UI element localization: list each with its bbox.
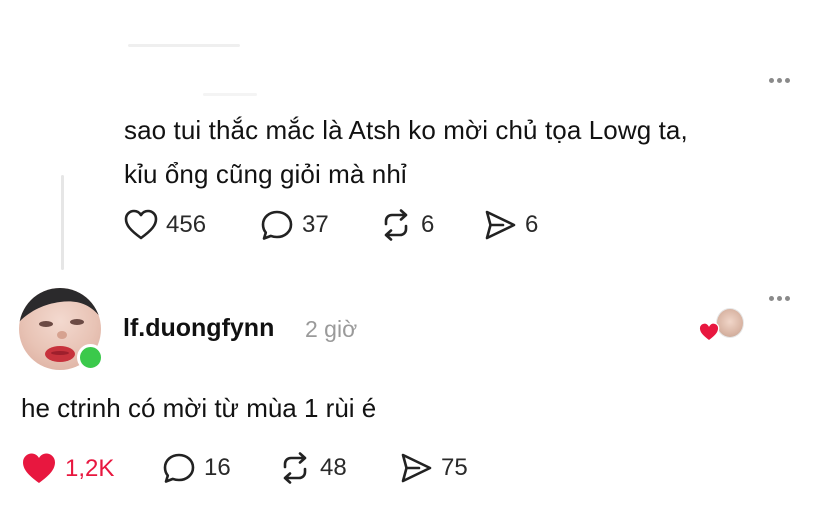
share-button[interactable]: 75 <box>399 452 468 484</box>
divider <box>128 44 240 47</box>
author-avatar <box>716 308 744 338</box>
reply-text: he ctrinh có mời từ mùa 1 rùi é <box>21 393 377 423</box>
repost-icon <box>283 452 307 484</box>
thread-screen: { "post": { "text_line1": "sao tui thắc … <box>0 0 827 511</box>
comment-button[interactable]: 37 <box>260 209 329 241</box>
post-text-line: kỉu ổng cũng giỏi mà nhỉ <box>124 159 407 189</box>
like-count: 456 <box>166 211 207 238</box>
send-icon <box>401 453 432 483</box>
like-button[interactable]: 1,2K <box>21 452 114 485</box>
username[interactable]: lf.duongfynn <box>123 314 274 343</box>
like-button[interactable]: 456 <box>124 209 206 241</box>
repost-button[interactable]: 48 <box>278 452 347 484</box>
repost-count: 48 <box>320 454 347 481</box>
like-count: 1,2K <box>65 454 115 482</box>
repost-icon <box>384 209 408 241</box>
more-horizontal-icon <box>769 78 774 83</box>
post-text: sao tui thắc mắc là Atsh ko mời chủ tọa … <box>124 108 688 196</box>
heart-icon <box>698 322 720 342</box>
send-icon <box>485 210 516 240</box>
more-horizontal-icon <box>769 296 774 301</box>
comment-icon <box>163 453 195 483</box>
reply-more-button[interactable] <box>769 296 790 301</box>
comment-count: 37 <box>302 211 329 238</box>
post-more-button[interactable] <box>769 78 790 83</box>
thread-line <box>61 175 64 270</box>
timestamp: 2 giờ <box>305 316 358 342</box>
heart-filled-icon <box>23 453 55 483</box>
heart-icon <box>124 209 158 240</box>
author-liked-badge <box>698 308 746 342</box>
comment-count: 16 <box>204 454 231 481</box>
online-status-badge <box>77 344 104 371</box>
share-count: 6 <box>525 211 539 238</box>
divider <box>203 93 257 96</box>
repost-count: 6 <box>421 211 435 238</box>
share-button[interactable]: 6 <box>483 209 538 241</box>
comment-button[interactable]: 16 <box>162 452 231 484</box>
repost-button[interactable]: 6 <box>379 209 434 241</box>
comment-icon <box>261 210 293 240</box>
post-text-line: sao tui thắc mắc là Atsh ko mời chủ tọa … <box>124 115 688 145</box>
share-count: 75 <box>441 454 468 481</box>
